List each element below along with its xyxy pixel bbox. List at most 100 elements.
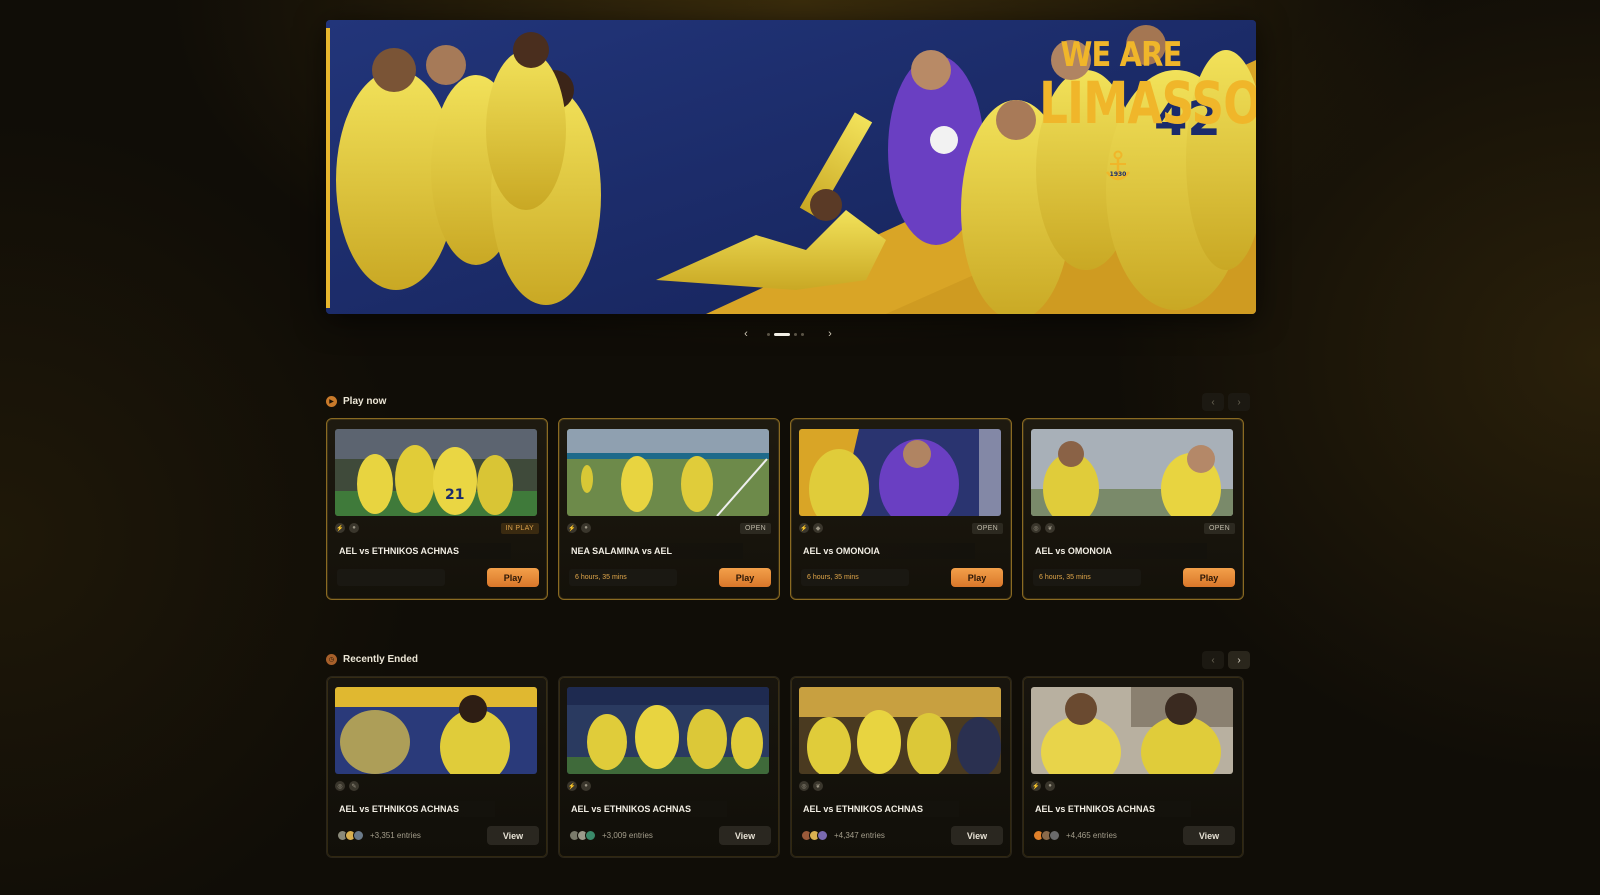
view-button[interactable]: View bbox=[1183, 826, 1235, 845]
play-now-prev-button[interactable]: ‹ bbox=[1202, 393, 1224, 411]
carousel-dots bbox=[767, 333, 804, 336]
shield-icon: ◆ bbox=[813, 523, 823, 533]
carousel-dot[interactable] bbox=[767, 333, 770, 336]
match-thumbnail: 21 bbox=[335, 429, 537, 516]
entries-count: +4,347 entries bbox=[834, 831, 885, 840]
recently-ended-cards: ◎ ✎ AEL vs ETHNIKOS ACHNAS +3,351 entries… bbox=[326, 676, 1244, 858]
chevron-right-icon: › bbox=[1237, 396, 1241, 408]
hero-headline-line1: We are bbox=[1060, 35, 1183, 75]
match-title: NEA SALAMINA vs AEL bbox=[567, 543, 743, 559]
chevron-right-icon: › bbox=[828, 328, 832, 340]
bolt-icon: ⚡ bbox=[799, 523, 809, 533]
carousel-dot-active[interactable] bbox=[774, 333, 790, 336]
ended-match-card[interactable]: ⚡ ● AEL vs ETHNIKOS ACHNAS +4,465 entries… bbox=[1022, 676, 1244, 858]
play-now-cards: 21 ⚡ ● IN PLAY AEL vs ETHNIKOS ACHNAS Pla… bbox=[326, 418, 1244, 600]
hero-accent-edge bbox=[326, 28, 330, 308]
status-badge: IN PLAY bbox=[500, 522, 539, 534]
svg-text:21: 21 bbox=[445, 487, 464, 503]
carousel-dot[interactable] bbox=[801, 333, 804, 336]
match-thumbnail bbox=[567, 687, 769, 774]
countdown: 6 hours, 35 mins bbox=[1033, 569, 1141, 586]
tool-icon: ✎ bbox=[349, 781, 359, 791]
avatar-stack bbox=[569, 830, 596, 841]
ended-match-card[interactable]: ◎ ❦ AEL vs ETHNIKOS ACHNAS +4,347 entries… bbox=[790, 676, 1012, 858]
anchor-crest-icon: 1930 bbox=[1106, 150, 1130, 181]
entries-summary: +3,351 entries bbox=[337, 830, 421, 841]
recently-ended-arrows: ‹ › bbox=[1202, 651, 1250, 669]
countdown bbox=[337, 569, 445, 586]
ball-icon: ● bbox=[581, 781, 591, 791]
leaf-icon: ❦ bbox=[1045, 523, 1055, 533]
crest-year: 1930 bbox=[1110, 171, 1127, 178]
clock-icon: ◷ bbox=[326, 654, 337, 665]
play-button[interactable]: Play bbox=[719, 568, 771, 587]
hero-headline-line2: Limassol bbox=[1039, 69, 1256, 137]
view-button[interactable]: View bbox=[487, 826, 539, 845]
match-card[interactable]: 21 ⚡ ● IN PLAY AEL vs ETHNIKOS ACHNAS Pla… bbox=[326, 418, 548, 600]
countdown: 6 hours, 35 mins bbox=[801, 569, 909, 586]
match-thumbnail bbox=[1031, 687, 1233, 774]
match-title: AEL vs ETHNIKOS ACHNAS bbox=[335, 543, 511, 559]
play-icon: ▶ bbox=[326, 396, 337, 407]
entries-summary: +3,009 entries bbox=[569, 830, 653, 841]
hero-banner[interactable]: 42 We are Limassol 1930 bbox=[326, 20, 1256, 314]
hero-prev-button[interactable]: ‹ bbox=[738, 326, 754, 342]
entries-count: +3,009 entries bbox=[602, 831, 653, 840]
ended-match-card[interactable]: ⚡ ● AEL vs ETHNIKOS ACHNAS +3,009 entries… bbox=[558, 676, 780, 858]
entries-count: +3,351 entries bbox=[370, 831, 421, 840]
match-thumbnail bbox=[567, 429, 769, 516]
entries-count: +4,465 entries bbox=[1066, 831, 1117, 840]
avatar-stack bbox=[801, 830, 828, 841]
match-card[interactable]: ⚡ ● OPEN NEA SALAMINA vs AEL 6 hours, 35 … bbox=[558, 418, 780, 600]
chevron-left-icon: ‹ bbox=[1211, 396, 1215, 408]
play-button[interactable]: Play bbox=[951, 568, 1003, 587]
bolt-icon: ⚡ bbox=[335, 523, 345, 533]
avatar bbox=[817, 830, 828, 841]
recently-ended-next-button[interactable]: › bbox=[1228, 651, 1250, 669]
match-title: AEL vs ETHNIKOS ACHNAS bbox=[1031, 801, 1191, 817]
globe-icon: ◎ bbox=[335, 781, 345, 791]
play-now-next-button[interactable]: › bbox=[1228, 393, 1250, 411]
bolt-icon: ⚡ bbox=[567, 781, 577, 791]
play-now-header: ▶ Play now bbox=[326, 396, 386, 407]
status-badge: OPEN bbox=[739, 522, 771, 534]
match-card[interactable]: ◎ ❦ OPEN AEL vs OMONOIA 6 hours, 35 mins … bbox=[1022, 418, 1244, 600]
hero-headline: We are Limassol bbox=[1016, 35, 1256, 137]
bolt-icon: ⚡ bbox=[567, 523, 577, 533]
avatar-stack bbox=[1033, 830, 1060, 841]
status-badge: OPEN bbox=[971, 522, 1003, 534]
hero-carousel-nav: ‹ › bbox=[738, 326, 838, 342]
leaf-icon: ❦ bbox=[813, 781, 823, 791]
recently-ended-header: ◷ Recently Ended bbox=[326, 654, 418, 665]
play-button[interactable]: Play bbox=[487, 568, 539, 587]
view-button[interactable]: View bbox=[719, 826, 771, 845]
match-thumbnail bbox=[1031, 429, 1233, 516]
countdown: 6 hours, 35 mins bbox=[569, 569, 677, 586]
avatar bbox=[585, 830, 596, 841]
avatar bbox=[353, 830, 364, 841]
bolt-icon: ⚡ bbox=[1031, 781, 1041, 791]
status-badge: OPEN bbox=[1203, 522, 1235, 534]
ball-icon: ● bbox=[1045, 781, 1055, 791]
globe-icon: ◎ bbox=[799, 781, 809, 791]
section-title-play-now: Play now bbox=[343, 396, 387, 407]
section-title-recently-ended: Recently Ended bbox=[343, 654, 419, 665]
match-thumbnail bbox=[799, 429, 1001, 516]
recently-ended-prev-button[interactable]: ‹ bbox=[1202, 651, 1224, 669]
match-title: AEL vs ETHNIKOS ACHNAS bbox=[567, 801, 727, 817]
match-thumbnail bbox=[335, 687, 537, 774]
play-button[interactable]: Play bbox=[1183, 568, 1235, 587]
match-title: AEL vs ETHNIKOS ACHNAS bbox=[335, 801, 495, 817]
entries-summary: +4,347 entries bbox=[801, 830, 885, 841]
match-title: AEL vs OMONOIA bbox=[1031, 543, 1207, 559]
avatar bbox=[1049, 830, 1060, 841]
chevron-right-icon: › bbox=[1237, 654, 1241, 666]
match-card[interactable]: ⚡ ◆ OPEN AEL vs OMONOIA 6 hours, 35 mins … bbox=[790, 418, 1012, 600]
match-thumbnail bbox=[799, 687, 1001, 774]
ended-match-card[interactable]: ◎ ✎ AEL vs ETHNIKOS ACHNAS +3,351 entries… bbox=[326, 676, 548, 858]
avatar-stack bbox=[337, 830, 364, 841]
entries-summary: +4,465 entries bbox=[1033, 830, 1117, 841]
carousel-dot[interactable] bbox=[794, 333, 797, 336]
hero-next-button[interactable]: › bbox=[822, 326, 838, 342]
view-button[interactable]: View bbox=[951, 826, 1003, 845]
